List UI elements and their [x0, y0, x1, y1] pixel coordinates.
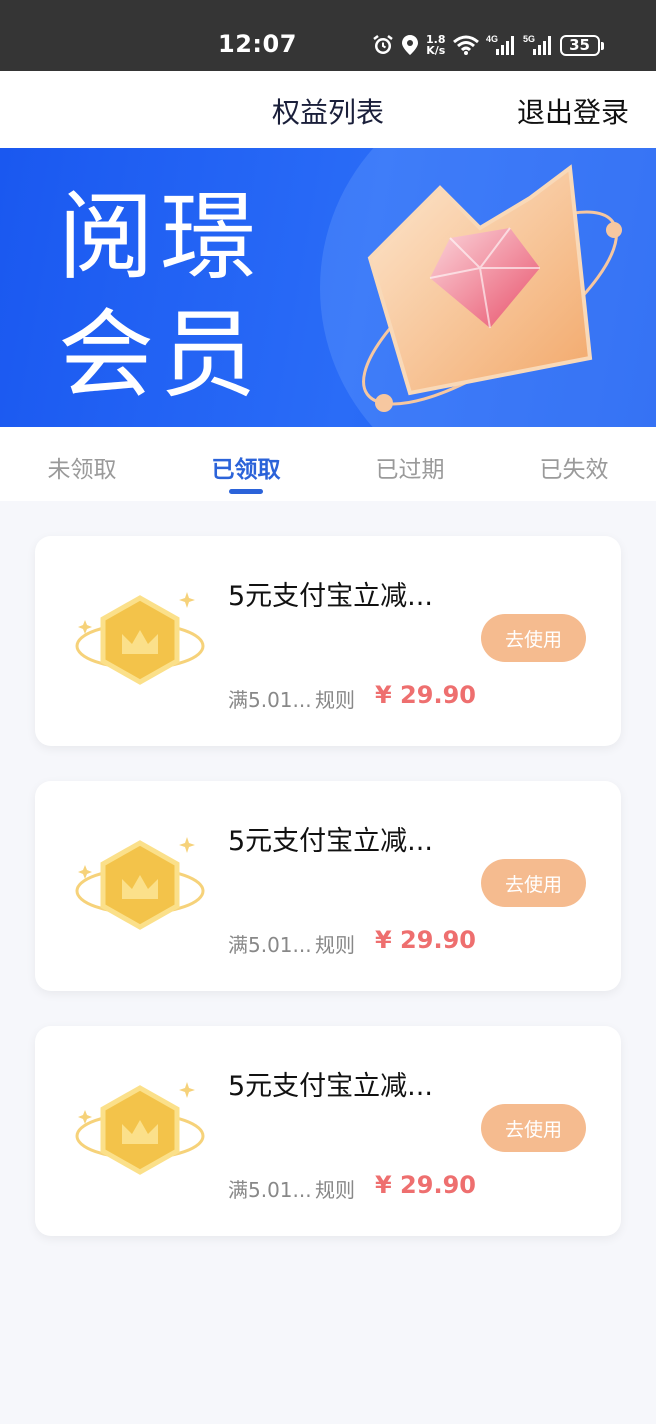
tab-unclaimed[interactable]: 未领取 [0, 450, 164, 484]
banner-title: 阅璟 会员 [58, 178, 262, 414]
diamond-crown-icon [362, 164, 622, 412]
tab-invalid[interactable]: 已失效 [492, 450, 656, 484]
card-condition: 满5.01... [228, 688, 312, 712]
net-speed-unit: K/s [426, 44, 446, 57]
use-button[interactable]: 去使用 [481, 1104, 586, 1152]
card-rule-link[interactable]: 规则 [315, 929, 355, 958]
tab-claimed[interactable]: 已领取 [164, 450, 328, 484]
card-price: ¥ 29.90 [375, 926, 476, 954]
active-tab-indicator [229, 489, 263, 494]
crown-badge-icon [75, 837, 205, 930]
signal-5g-icon: 5G [523, 33, 553, 57]
card-rule-link[interactable]: 规则 [315, 1174, 355, 1203]
location-icon [401, 34, 419, 56]
card-condition: 满5.01... [228, 933, 312, 957]
wifi-icon [452, 34, 479, 56]
svg-text:5G: 5G [523, 34, 535, 44]
banner-title-line2: 会员 [58, 299, 262, 411]
status-time: 12:07 [218, 30, 297, 58]
svg-text:4G: 4G [486, 34, 498, 44]
card-price: ¥ 29.90 [375, 681, 476, 709]
tab-bar: 未领取 已领取 已过期 已失效 [0, 427, 656, 501]
header: 权益列表 退出登录 [0, 71, 656, 148]
banner-title-line1: 阅璟 [58, 181, 262, 293]
battery-icon: 35 [559, 34, 604, 56]
logout-button[interactable]: 退出登录 [517, 91, 629, 131]
card-rule-link[interactable]: 规则 [315, 684, 355, 713]
card-title: 5元支付宝立减... [228, 826, 433, 857]
card-price: ¥ 29.90 [375, 1171, 476, 1199]
tab-expired[interactable]: 已过期 [328, 450, 492, 484]
status-bar: 12:07 1.8 K/s 4G 5G 35 [0, 0, 656, 71]
signal-4g-icon: 4G [486, 33, 516, 57]
alarm-icon [372, 34, 394, 56]
benefit-card: 5元支付宝立减... 满5.01... 规则 ¥ 29.90 去使用 [35, 781, 621, 991]
benefit-card: 5元支付宝立减... 满5.01... 规则 ¥ 29.90 去使用 [35, 536, 621, 746]
card-title: 5元支付宝立减... [228, 581, 433, 612]
card-title: 5元支付宝立减... [228, 1071, 433, 1102]
net-speed: 1.8 K/s [426, 34, 446, 56]
status-icons: 1.8 K/s 4G 5G 35 [372, 28, 604, 62]
benefit-card: 5元支付宝立减... 满5.01... 规则 ¥ 29.90 去使用 [35, 1026, 621, 1236]
crown-badge-icon [75, 592, 205, 685]
membership-banner: 阅璟 会员 [0, 148, 656, 427]
card-condition: 满5.01... [228, 1178, 312, 1202]
crown-badge-icon [75, 1082, 205, 1175]
use-button[interactable]: 去使用 [481, 859, 586, 907]
use-button[interactable]: 去使用 [481, 614, 586, 662]
